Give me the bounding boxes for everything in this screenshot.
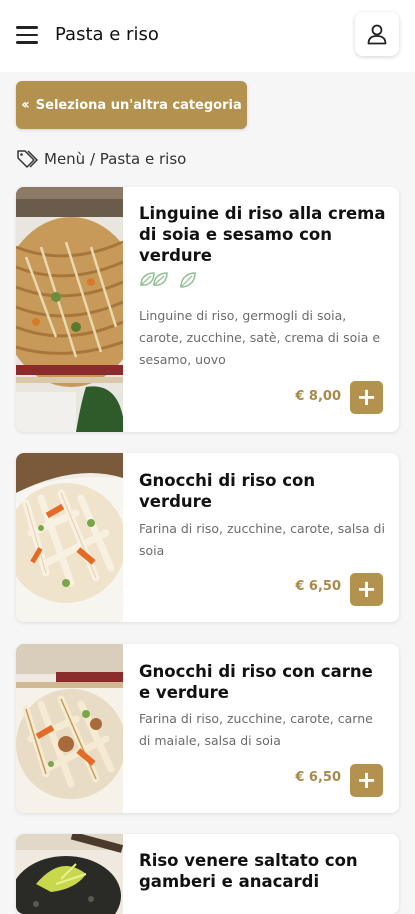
- dish-photo: [16, 453, 123, 622]
- dish-description: Farina di riso, zucchine, carote, carne …: [139, 711, 373, 748]
- dish-photo: [16, 834, 123, 914]
- user-account-button[interactable]: [355, 12, 399, 56]
- menu-line: [16, 41, 38, 44]
- dish-card[interactable]: Linguine di riso alla crema di soia e se…: [16, 187, 399, 432]
- dish-name: Gnocchi di riso con carne e verdure: [139, 662, 373, 702]
- user-icon: [367, 24, 387, 45]
- vegetarian-leaves-icon: [140, 272, 168, 286]
- breadcrumb-text: Menù / Pasta e riso: [44, 150, 187, 168]
- top-bar: Pasta e riso: [0, 0, 415, 72]
- dish-card[interactable]: Gnocchi di riso con carne e verdure Fari…: [16, 644, 399, 813]
- dish-photo: [16, 644, 123, 813]
- dish-card[interactable]: Riso venere saltato con gamberi e anacar…: [16, 834, 399, 914]
- select-other-category-label: Seleziona un'altra categoria: [35, 97, 242, 113]
- tag-icon: [17, 150, 38, 168]
- breadcrumb: Menù / Pasta e riso: [16, 148, 186, 170]
- dish-card[interactable]: Gnocchi di riso con verdure Farina di ri…: [16, 453, 399, 622]
- dish-description: Linguine di riso, germogli di soia, caro…: [139, 308, 381, 367]
- dish-name: Riso venere saltato con gamberi e anacar…: [139, 851, 358, 891]
- hamburger-menu-icon[interactable]: [16, 26, 38, 44]
- dish-description: Farina di riso, zucchine, carote, salsa …: [139, 521, 385, 558]
- double-chevron-left-icon: ‹‹: [21, 97, 29, 113]
- diet-badges: [139, 271, 197, 289]
- add-to-cart-button[interactable]: +: [350, 381, 383, 414]
- menu-line: [16, 26, 38, 29]
- dish-price: € 6,50: [295, 770, 341, 785]
- vegan-leaf-icon: [180, 272, 196, 288]
- menu-line: [16, 33, 38, 36]
- add-to-cart-button[interactable]: +: [350, 573, 383, 606]
- add-to-cart-button[interactable]: +: [350, 764, 383, 797]
- dish-name: Linguine di riso alla crema di soia e se…: [139, 204, 386, 265]
- dish-photo: [16, 187, 123, 432]
- select-other-category-button[interactable]: ‹‹ Seleziona un'altra categoria: [16, 81, 247, 129]
- dish-price: € 6,50: [295, 579, 341, 594]
- dish-price: € 8,00: [295, 389, 341, 404]
- page-title: Pasta e riso: [55, 24, 159, 45]
- dish-name: Gnocchi di riso con verdure: [139, 471, 316, 511]
